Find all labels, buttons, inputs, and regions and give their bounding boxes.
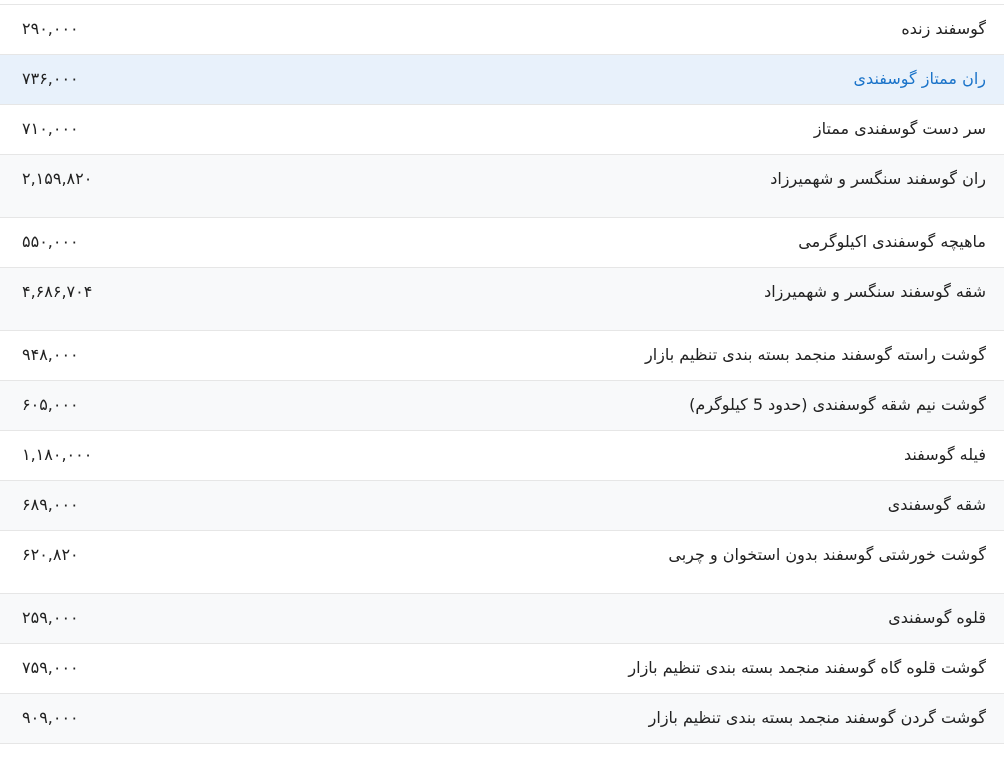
table-row: ۴,۶۸۶,۷۰۴ شقه گوسفند سنگسر و شهمیرزاد: [0, 267, 1004, 331]
table-row: ۵۵۰,۰۰۰ ماهیچه گوسفندی اکیلوگرمی: [0, 218, 1004, 268]
row-price: ۹۰۹,۰۰۰: [22, 708, 79, 727]
row-name: گوشت گردن گوسفند منجمد بسته بندی تنظیم ب…: [648, 708, 986, 727]
table-row: ۷۵۹,۰۰۰ گوشت قلوه گاه گوسفند منجمد بسته …: [0, 644, 1004, 694]
row-price: ۶۰۵,۰۰۰: [22, 395, 79, 414]
row-price: ۵۵۰,۰۰۰: [22, 232, 79, 251]
row-price: ۴,۶۸۶,۷۰۴: [22, 282, 93, 301]
row-price: ۷۳۶,۰۰۰: [22, 69, 79, 88]
row-name: شقه گوسفندی: [887, 495, 986, 514]
row-name: قلوه گوسفندی: [888, 608, 986, 627]
table-row: ۹۴۸,۰۰۰ گوشت راسته گوسفند منجمد بسته بند…: [0, 331, 1004, 381]
row-price: ۱,۱۸۰,۰۰۰: [22, 445, 93, 464]
row-price: ۷۵۹,۰۰۰: [22, 658, 79, 677]
row-price: ۲,۱۵۹,۸۲۰: [22, 169, 93, 188]
table-row: ۲۹۰,۰۰۰ گوسفند زنده: [0, 5, 1004, 55]
table-row: ۲,۱۵۹,۸۲۰ ران گوسفند سنگسر و شهمیرزاد: [0, 154, 1004, 218]
table-row: ۱,۱۸۰,۰۰۰ فیله گوسفند: [0, 431, 1004, 481]
row-name: گوشت نیم شقه گوسفندی (حدود 5 کیلوگرم): [689, 395, 986, 414]
table-row: ۶۲۰,۸۲۰ گوشت خورشتی گوسفند بدون استخوان …: [0, 531, 1004, 594]
row-price: ۶۸۹,۰۰۰: [22, 495, 79, 514]
table-row-highlighted[interactable]: ۷۳۶,۰۰۰ ران ممتاز گوسفندی: [0, 54, 1004, 105]
row-price: ۶۲۰,۸۲۰: [22, 545, 79, 564]
row-name: شقه گوسفند سنگسر و شهمیرزاد: [764, 282, 986, 301]
row-name: فیله گوسفند: [903, 445, 986, 464]
table-row: ۲۵۹,۰۰۰ قلوه گوسفندی: [0, 593, 1004, 644]
row-name: گوشت قلوه گاه گوسفند منجمد بسته بندی تنظ…: [628, 658, 986, 677]
row-price: ۲۵۹,۰۰۰: [22, 608, 79, 627]
row-price: ۹۴۸,۰۰۰: [22, 345, 79, 364]
row-name: سر دست گوسفندی ممتاز: [813, 119, 986, 138]
row-name: گوشت راسته گوسفند منجمد بسته بندی تنظیم …: [644, 345, 986, 364]
row-name: ماهیچه گوسفندی اکیلوگرمی: [798, 232, 986, 251]
row-price: ۲۹۰,۰۰۰: [22, 19, 79, 38]
row-name: گوشت خورشتی گوسفند بدون استخوان و چربی: [668, 545, 986, 564]
table-row: ۹۰۹,۰۰۰ گوشت گردن گوسفند منجمد بسته بندی…: [0, 693, 1004, 744]
table-row: ۷۱۰,۰۰۰ سر دست گوسفندی ممتاز: [0, 105, 1004, 155]
row-name: گوسفند زنده: [901, 19, 986, 38]
row-name-link[interactable]: ران ممتاز گوسفندی: [322, 55, 1004, 105]
table-row: ۶۸۹,۰۰۰ شقه گوسفندی: [0, 480, 1004, 531]
row-price: ۷۱۰,۰۰۰: [22, 119, 79, 138]
price-table: ۲۹۰,۰۰۰ گوسفند زنده ۷۳۶,۰۰۰ ران ممتاز گو…: [0, 4, 1004, 744]
row-name: ران گوسفند سنگسر و شهمیرزاد: [770, 169, 986, 188]
table-row: ۶۰۵,۰۰۰ گوشت نیم شقه گوسفندی (حدود 5 کیل…: [0, 380, 1004, 431]
